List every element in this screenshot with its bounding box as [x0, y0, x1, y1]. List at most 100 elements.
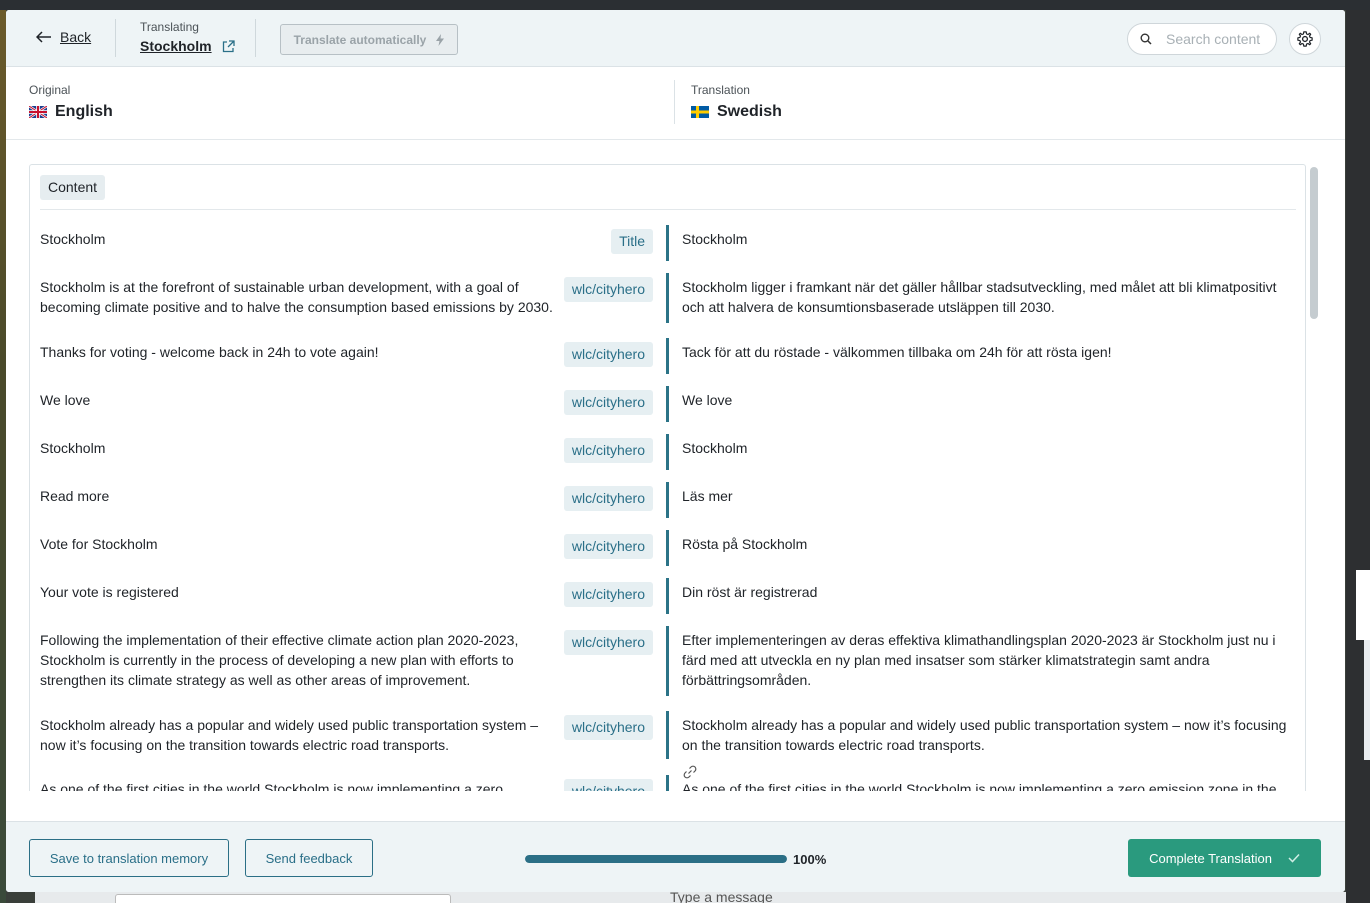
progress-text: 100%	[793, 852, 827, 867]
modal-footer: Save to translation memory Send feedback…	[6, 821, 1345, 892]
background-chat-area: Type a message	[35, 889, 1346, 903]
translation-modal: Back Translating Stockholm Translate aut…	[6, 10, 1345, 892]
translation-row: Thanks for voting - welcome back in 24h …	[40, 338, 1296, 386]
background-topbar	[0, 0, 1370, 10]
translation-row: Read more wlc/cityhero Läs mer	[40, 482, 1296, 530]
translation-text[interactable]: Stockholm	[682, 438, 1296, 458]
row-marker	[666, 578, 669, 614]
field-tag: wlc/cityhero	[563, 715, 653, 740]
divider	[115, 19, 116, 57]
field-tag: wlc/cityhero	[563, 390, 653, 415]
field-tag: wlc/cityhero	[563, 582, 653, 607]
original-text: Vote for Stockholm	[40, 536, 158, 552]
search-input[interactable]	[1166, 31, 1266, 47]
row-marker	[666, 626, 669, 696]
original-language: Original English	[29, 83, 113, 121]
send-feedback-button[interactable]: Send feedback	[245, 839, 373, 877]
save-to-memory-button[interactable]: Save to translation memory	[29, 839, 229, 877]
translation-row: Your vote is registered wlc/cityhero Din…	[40, 578, 1296, 626]
progress-bar	[525, 855, 787, 863]
divider	[40, 209, 1296, 210]
original-text: As one of the first cities in the world …	[40, 781, 503, 791]
content-section-label: Content	[40, 175, 106, 200]
divider	[255, 19, 256, 57]
original-text: Read more	[40, 488, 110, 504]
arrow-left-icon	[36, 31, 51, 43]
original-text: Stockholm is at the forefront of sustain…	[40, 279, 553, 315]
translation-text[interactable]: Tack för att du röstade - välkommen till…	[682, 342, 1296, 362]
translation-text[interactable]: We love	[682, 390, 1296, 410]
background-field	[115, 894, 451, 903]
modal-header: Back Translating Stockholm Translate aut…	[6, 10, 1345, 67]
background-app-edge	[1346, 10, 1370, 903]
lightning-icon	[436, 33, 445, 46]
link-icon[interactable]	[682, 764, 698, 780]
settings-button[interactable]	[1289, 23, 1321, 55]
translating-info: Translating Stockholm	[140, 20, 235, 54]
translation-text[interactable]: Efter implementeringen av deras effektiv…	[682, 630, 1296, 690]
field-tag: wlc/cityhero	[563, 630, 653, 655]
translation-row: Stockholm Title Stockholm	[40, 225, 1296, 273]
translate-automatically-label: Translate automatically	[293, 32, 427, 47]
original-text: Stockholm	[40, 231, 106, 247]
field-tag: wlc/cityhero	[563, 342, 653, 367]
original-label: Original	[29, 83, 71, 97]
original-text: Thanks for voting - welcome back in 24h …	[40, 344, 379, 360]
back-label: Back	[60, 29, 92, 45]
translation-text[interactable]: Rösta på Stockholm	[682, 534, 1296, 554]
search-field[interactable]	[1127, 23, 1277, 55]
translation-row: Following the implementation of their ef…	[40, 626, 1296, 711]
translation-text[interactable]: Din röst är registrerad	[682, 582, 1296, 602]
translation-language-name: Swedish	[717, 103, 782, 120]
translation-text[interactable]: Stockholm	[682, 229, 1296, 249]
row-marker	[666, 338, 669, 374]
translation-text[interactable]: Läs mer	[682, 486, 1296, 506]
translation-language: Translation Swedish	[691, 83, 782, 121]
field-tag: Title	[611, 229, 653, 254]
row-marker	[666, 482, 669, 518]
content-panel[interactable]: Content Stockholm Title Stockholm Stockh…	[29, 164, 1306, 791]
search-icon	[1140, 33, 1152, 45]
row-marker	[666, 711, 669, 759]
row-marker	[666, 530, 669, 566]
field-tag: wlc/cityhero	[563, 438, 653, 463]
row-marker	[666, 775, 669, 791]
translating-label: Translating	[140, 20, 199, 34]
row-marker	[666, 225, 669, 261]
complete-translation-button[interactable]: Complete Translation	[1128, 839, 1321, 877]
check-icon	[1288, 853, 1300, 863]
scrollbar-thumb[interactable]	[1310, 167, 1318, 319]
original-text: Stockholm	[40, 440, 106, 456]
row-marker	[666, 434, 669, 470]
translation-rows: Stockholm Title Stockholm Stockholm is a…	[40, 225, 1296, 791]
external-link-icon[interactable]	[222, 39, 235, 53]
field-tag: wlc/cityhero	[563, 277, 653, 302]
page-name[interactable]: Stockholm	[140, 38, 212, 54]
field-tag: wlc/cityhero	[563, 534, 653, 559]
translation-text[interactable]: As one of the first cities in the world …	[682, 779, 1296, 791]
original-text: Following the implementation of their ef…	[40, 632, 519, 688]
complete-translation-label: Complete Translation	[1149, 850, 1272, 866]
original-text: We love	[40, 392, 91, 408]
row-marker	[666, 273, 669, 323]
language-bar: Original English Translation Swedish	[6, 67, 1345, 140]
translation-row: Stockholm already has a popular and wide…	[40, 711, 1296, 775]
divider	[674, 80, 675, 124]
page-name-link[interactable]: Stockholm	[140, 38, 235, 54]
progress-fill	[525, 855, 787, 863]
translation-row: We love wlc/cityhero We love	[40, 386, 1296, 434]
translate-automatically-button[interactable]: Translate automatically	[280, 24, 458, 55]
translation-row: As one of the first cities in the world …	[40, 775, 1296, 791]
uk-flag-icon	[29, 106, 47, 118]
original-text: Your vote is registered	[40, 584, 179, 600]
translation-text[interactable]: Stockholm ligger i framkant när det gäll…	[682, 277, 1296, 317]
sweden-flag-icon	[691, 106, 709, 118]
translation-row: Stockholm wlc/cityhero Stockholm	[40, 434, 1296, 482]
translation-text[interactable]: Stockholm already has a popular and wide…	[682, 715, 1296, 755]
row-marker	[666, 386, 669, 422]
original-language-name: English	[55, 103, 113, 120]
translation-row: Stockholm is at the forefront of sustain…	[40, 273, 1296, 338]
field-tag: wlc/cityhero	[563, 486, 653, 511]
back-button[interactable]: Back	[36, 29, 91, 45]
original-text: Stockholm already has a popular and wide…	[40, 717, 539, 753]
